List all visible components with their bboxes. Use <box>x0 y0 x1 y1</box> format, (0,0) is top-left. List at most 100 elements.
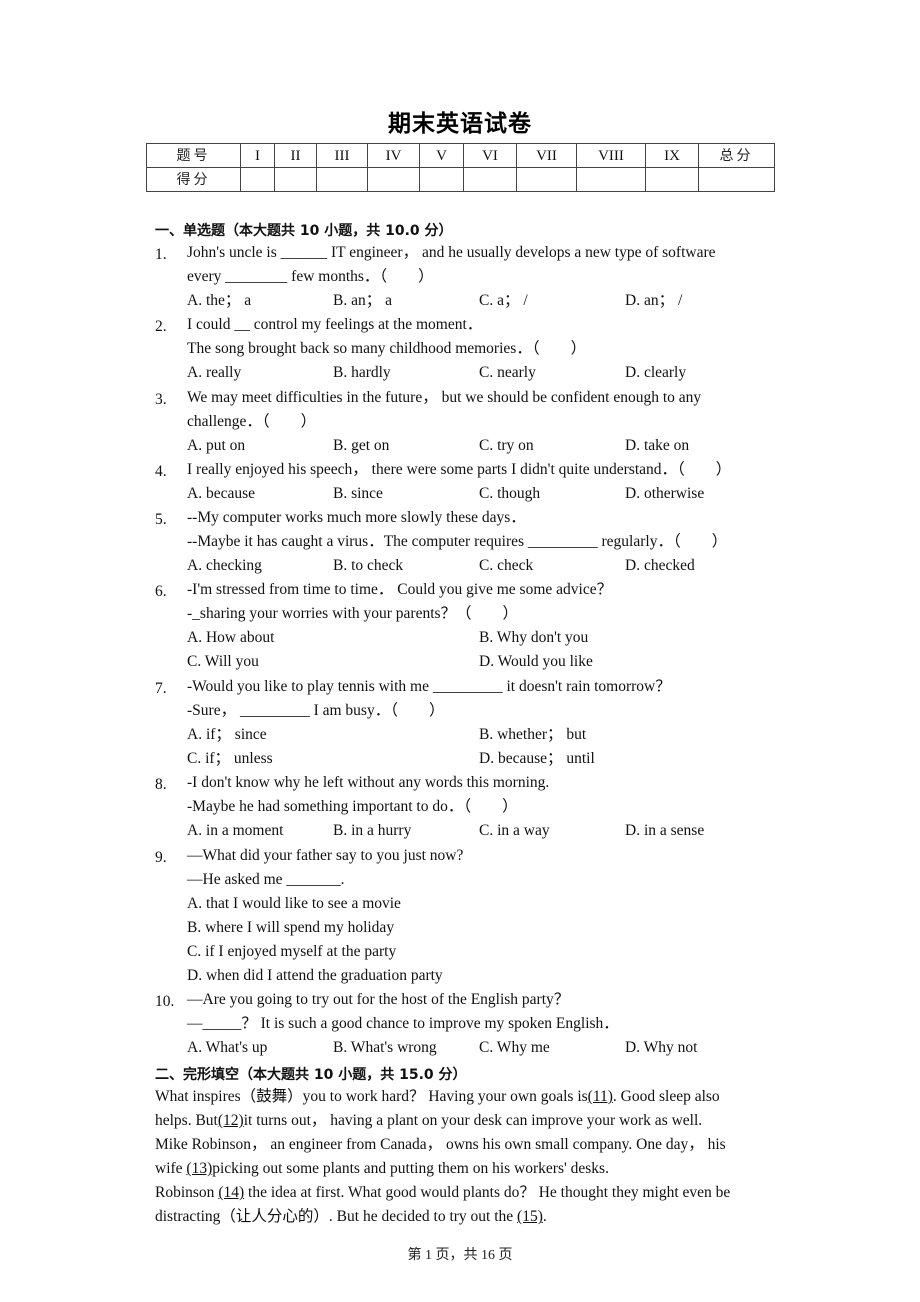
question-text: --My computer works much more slowly the… <box>187 509 526 526</box>
option-d[interactable]: D. because； until <box>479 747 595 771</box>
question-text: -_sharing your worries with your parents… <box>187 605 519 623</box>
score-table-header-row: 题号 I II III IV V VI VII VIII IX 总分 <box>146 143 775 168</box>
passage-text: . Good sleep also <box>612 1088 720 1105</box>
passage-line: Mike Robinson， an engineer from Canada， … <box>155 1133 775 1157</box>
option-b[interactable]: B. Why don't you <box>479 626 588 650</box>
option-d[interactable]: D. an； / <box>625 289 682 313</box>
option-c[interactable]: C. Why me <box>479 1036 550 1060</box>
option-c[interactable]: C. if I enjoyed myself at the party <box>187 940 396 964</box>
score-cell <box>316 167 368 192</box>
passage-text: wife <box>155 1160 187 1178</box>
total-score-cell <box>698 167 775 192</box>
question-text: —_____？ It is such a good chance to impr… <box>187 1015 619 1033</box>
question-number: 4. <box>155 463 167 480</box>
passage-line: What inspires（鼓舞）you to work hard？ Havin… <box>155 1085 775 1109</box>
passage-text: Mike Robinson， an engineer from Canada， … <box>155 1136 726 1154</box>
option-c[interactable]: C. if； unless <box>187 747 273 771</box>
option-c[interactable]: C. check <box>479 554 533 578</box>
option-b[interactable]: B. in a hurry <box>333 819 411 843</box>
option-a[interactable]: A. checking <box>187 554 262 578</box>
option-b[interactable]: B. whether； but <box>479 723 586 747</box>
option-c[interactable]: C. in a way <box>479 819 550 843</box>
question-text: -I don't know why he left without any wo… <box>187 774 550 791</box>
option-a[interactable]: A. really <box>187 361 241 385</box>
option-b[interactable]: B. where I will spend my holiday <box>187 916 394 940</box>
passage-text: the idea at first. What good would plant… <box>244 1184 731 1202</box>
option-c[interactable]: C. Will you <box>187 650 259 674</box>
column-header: VII <box>516 143 577 168</box>
question-number: 10. <box>155 993 175 1010</box>
question-text: -I'm stressed from time to time． Could y… <box>187 581 613 598</box>
question-text: -Would you like to play tennis with me _… <box>187 678 671 695</box>
option-b[interactable]: B. hardly <box>333 361 391 385</box>
option-d[interactable]: D. in a sense <box>625 819 704 843</box>
option-b[interactable]: B. an； a <box>333 289 392 313</box>
score-cell <box>516 167 577 192</box>
blank-15[interactable]: (15) <box>517 1208 543 1225</box>
option-b[interactable]: B. to check <box>333 554 403 578</box>
options-row: A. How about B. Why don't you <box>155 626 775 650</box>
score-cell <box>240 167 275 192</box>
question-number: 2. <box>155 318 167 335</box>
passage-line: wife (13)picking out some plants and put… <box>155 1157 775 1181</box>
column-header: V <box>419 143 464 168</box>
column-header: VIII <box>576 143 646 168</box>
question-2: 2. I could __ control my feelings at the … <box>155 313 775 385</box>
option-b[interactable]: B. get on <box>333 434 389 458</box>
option-a[interactable]: A. because <box>187 482 255 506</box>
question-text: —What did your father say to you just no… <box>187 847 464 864</box>
option-d[interactable]: D. checked <box>625 554 695 578</box>
option-d[interactable]: D. when did I attend the graduation part… <box>187 964 443 988</box>
option-a[interactable]: A. How about <box>187 626 274 650</box>
question-10: 10. —Are you going to try out for the hos… <box>155 988 775 1060</box>
question-number: 8. <box>155 776 167 793</box>
option-d[interactable]: D. Why not <box>625 1036 697 1060</box>
question-number: 5. <box>155 511 167 528</box>
question-text: every ________ few months．（ ） <box>187 268 434 286</box>
option-b[interactable]: B. What's wrong <box>333 1036 437 1060</box>
page-footer: 第 1 页，共 16 页 <box>407 1248 513 1263</box>
option-a[interactable]: A. that I would like to see a movie <box>187 892 401 916</box>
blank-13[interactable]: (13) <box>186 1160 212 1177</box>
column-header: VI <box>463 143 517 168</box>
option-d[interactable]: D. take on <box>625 434 689 458</box>
question-text: John's uncle is ______ IT engineer， and … <box>187 244 716 261</box>
question-number: 3. <box>155 391 167 408</box>
question-9: 9. —What did your father say to you just … <box>155 844 775 989</box>
blank-12[interactable]: (12) <box>218 1112 244 1129</box>
option-b[interactable]: B. since <box>333 482 383 506</box>
passage-text: picking out some plants and putting them… <box>212 1160 609 1178</box>
blank-14[interactable]: (14) <box>218 1184 244 1201</box>
total-label-cell: 总分 <box>698 143 775 168</box>
blank-11[interactable]: (11) <box>588 1088 613 1105</box>
option-c[interactable]: C. though <box>479 482 540 506</box>
score-cell <box>463 167 517 192</box>
question-text: I really enjoyed his speech， there were … <box>187 461 732 478</box>
question-5: 5. --My computer works much more slowly t… <box>155 506 775 578</box>
score-table: 题号 I II III IV V VI VII VIII IX 总分 得分 <box>146 143 775 192</box>
option-a[interactable]: A. if； since <box>187 723 267 747</box>
options-row: C. Will you D. Would you like <box>155 650 775 674</box>
passage-text: What inspires（鼓舞）you to work hard？ Havin… <box>155 1088 588 1105</box>
option-c[interactable]: C. nearly <box>479 361 536 385</box>
option-d[interactable]: D. Would you like <box>479 650 593 674</box>
option-a[interactable]: A. What's up <box>187 1036 267 1060</box>
option-a[interactable]: A. put on <box>187 434 245 458</box>
options-row: A. put on B. get on C. try on D. take on <box>155 434 775 458</box>
column-header: IX <box>645 143 699 168</box>
score-cell <box>274 167 317 192</box>
option-c[interactable]: C. try on <box>479 434 534 458</box>
header-label-cell: 题号 <box>146 143 241 168</box>
option-a[interactable]: A. in a moment <box>187 819 283 843</box>
score-cell <box>645 167 699 192</box>
passage-text: distracting（让人分心的）. But he decided to tr… <box>155 1208 518 1226</box>
option-c[interactable]: C. a； / <box>479 289 528 313</box>
option-d[interactable]: D. clearly <box>625 361 686 385</box>
options-row: A. really B. hardly C. nearly D. clearly <box>155 361 775 385</box>
section-heading-cloze: 二、完形填空（本大题共 10 小题，共 15.0 分） <box>155 1067 467 1083</box>
option-d[interactable]: D. otherwise <box>625 482 704 506</box>
passage-line: helps. But(12)it turns out， having a pla… <box>155 1109 775 1133</box>
question-text: We may meet difficulties in the future， … <box>187 389 702 406</box>
passage-text: Robinson <box>155 1184 219 1202</box>
option-a[interactable]: A. the； a <box>187 289 251 313</box>
